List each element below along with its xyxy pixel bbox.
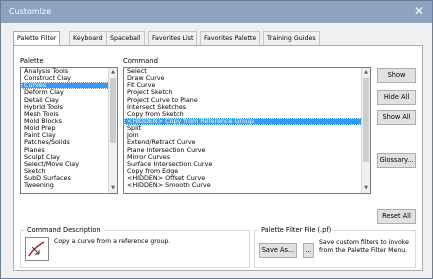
show-button[interactable]: Show xyxy=(377,68,416,83)
tab-favorites-list[interactable]: Favorites List xyxy=(148,31,198,46)
command-description-group: Command Description Copy a curve from a … xyxy=(20,226,250,268)
command-list-item[interactable]: <HIDDEN> Smooth Curve xyxy=(124,182,370,189)
tab-spaceball[interactable]: Spaceball xyxy=(106,31,145,46)
scroll-down-icon[interactable]: ▼ xyxy=(362,184,370,193)
reset-all-button[interactable]: Reset All xyxy=(377,209,416,224)
palette-scrollbar[interactable]: ▲ ▼ xyxy=(108,68,117,193)
browse-button[interactable]: ... xyxy=(303,243,314,258)
scroll-down-icon[interactable]: ▼ xyxy=(109,184,117,193)
hide-all-button[interactable]: Hide All xyxy=(377,90,416,105)
scroll-up-icon[interactable]: ▲ xyxy=(362,68,370,77)
tab-keyboard[interactable]: Keyboard xyxy=(69,31,107,46)
command-icon xyxy=(25,237,49,261)
command-list-item[interactable]: <HIDDEN> Copy from Reference Group xyxy=(124,117,370,126)
command-list[interactable]: Select Draw Curve Fit Curve Project Sketch P… xyxy=(123,67,371,194)
title-bar: Customize ✕ xyxy=(1,1,432,23)
tab-favorites-palette[interactable]: Favorites Palette xyxy=(200,31,261,46)
palette-filter-file-label: Palette Filter File (.pf) xyxy=(259,226,334,234)
show-all-button[interactable]: Show All xyxy=(377,110,416,125)
command-label: Command xyxy=(123,57,158,65)
scroll-thumb[interactable] xyxy=(363,78,369,162)
scroll-up-icon[interactable]: ▲ xyxy=(109,68,117,77)
command-scrollbar[interactable]: ▲ ▼ xyxy=(361,68,370,193)
glossary-button[interactable]: Glossary... xyxy=(377,153,416,168)
window-title: Customize xyxy=(9,7,51,16)
palette-label: Palette xyxy=(20,57,44,65)
command-description-text: Copy a curve from a reference group. xyxy=(54,238,171,245)
filter-file-help-text: Save custom filters to invoke from the P… xyxy=(319,239,409,254)
scroll-thumb[interactable] xyxy=(110,78,116,143)
tab-training-guides[interactable]: Training Guides xyxy=(263,31,320,46)
command-list-item[interactable]: Draw Curve xyxy=(124,74,370,82)
command-list-item[interactable]: Split xyxy=(124,124,370,132)
palette-filter-file-group: Palette Filter File (.pf) Save As... ...… xyxy=(254,226,416,268)
save-as-button[interactable]: Save As... xyxy=(259,243,297,258)
palette-list-item[interactable]: Tweening xyxy=(21,182,117,189)
command-description-label: Command Description xyxy=(25,226,103,234)
palette-filter-panel: Palette Analysis Tools Construct Clay Curv… xyxy=(13,45,423,271)
close-icon[interactable]: ✕ xyxy=(414,4,424,18)
customize-dialog: Customize ✕ Palette Filter Keyboard Spac… xyxy=(0,0,433,279)
palette-list[interactable]: Analysis Tools Construct Clay Curves Deform… xyxy=(20,67,118,194)
